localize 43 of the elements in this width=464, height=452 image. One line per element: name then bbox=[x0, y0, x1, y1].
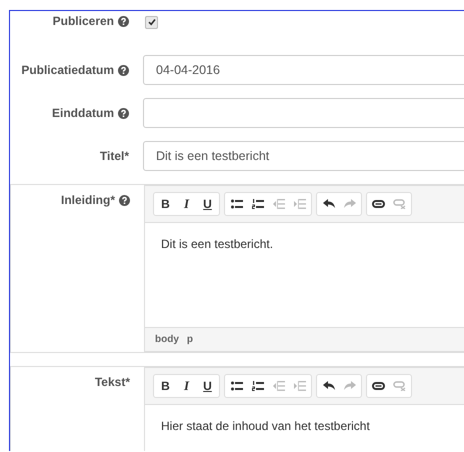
input-field[interactable]: 04-04-2016 bbox=[143, 55, 464, 85]
outdent-icon bbox=[272, 199, 284, 209]
redo-icon bbox=[344, 199, 356, 209]
underline-button[interactable]: U bbox=[199, 377, 216, 395]
help-icon[interactable] bbox=[119, 194, 130, 206]
bullet-list-icon bbox=[230, 381, 242, 391]
field-label: Publicatiedatum bbox=[21, 63, 114, 77]
help-icon[interactable] bbox=[118, 16, 129, 26]
indent-icon bbox=[294, 199, 306, 209]
bold-button[interactable]: B bbox=[157, 377, 174, 395]
rich-text-editor[interactable]: B I U Dit is een testbericht. body p bbox=[144, 185, 464, 352]
field-label: Tekst* bbox=[94, 375, 130, 389]
redo-icon bbox=[344, 381, 356, 391]
field-label: Titel* bbox=[100, 149, 129, 163]
help-icon[interactable] bbox=[118, 108, 129, 118]
input-field[interactable] bbox=[143, 98, 464, 128]
outdent-icon bbox=[272, 381, 284, 391]
element-path-item[interactable]: body bbox=[155, 334, 179, 345]
element-path-item[interactable]: p bbox=[186, 334, 193, 345]
checkmark-icon bbox=[148, 18, 156, 26]
unlink-icon bbox=[393, 381, 406, 391]
underline-button[interactable]: U bbox=[199, 195, 216, 213]
field-label: Einddatum bbox=[52, 106, 114, 120]
numbered-list-icon bbox=[252, 381, 264, 391]
undo-icon bbox=[322, 199, 334, 209]
field-label: Publiceren bbox=[52, 14, 114, 28]
unlink-icon bbox=[393, 199, 406, 209]
editor-text: Dit is een testbericht. bbox=[161, 237, 274, 251]
bold-button[interactable]: B bbox=[157, 195, 174, 213]
indent-icon bbox=[294, 381, 306, 391]
bullet-list-icon bbox=[230, 199, 242, 209]
italic-button[interactable]: I bbox=[178, 195, 195, 213]
link-icon bbox=[372, 382, 385, 390]
rich-text-editor[interactable]: B I U Hier staat de inhoud van het testbericht bbox=[144, 367, 464, 451]
undo-icon bbox=[322, 381, 334, 391]
link-icon bbox=[372, 200, 385, 208]
editor-text: Hier staat de inhoud van het testbericht bbox=[161, 419, 371, 433]
field-label: Inleiding* bbox=[61, 193, 115, 207]
checkbox[interactable] bbox=[145, 16, 158, 28]
input-field[interactable]: Dit is een testbericht bbox=[143, 141, 464, 171]
italic-button[interactable]: I bbox=[178, 377, 195, 395]
numbered-list-icon bbox=[252, 199, 264, 209]
help-icon[interactable] bbox=[118, 64, 129, 76]
